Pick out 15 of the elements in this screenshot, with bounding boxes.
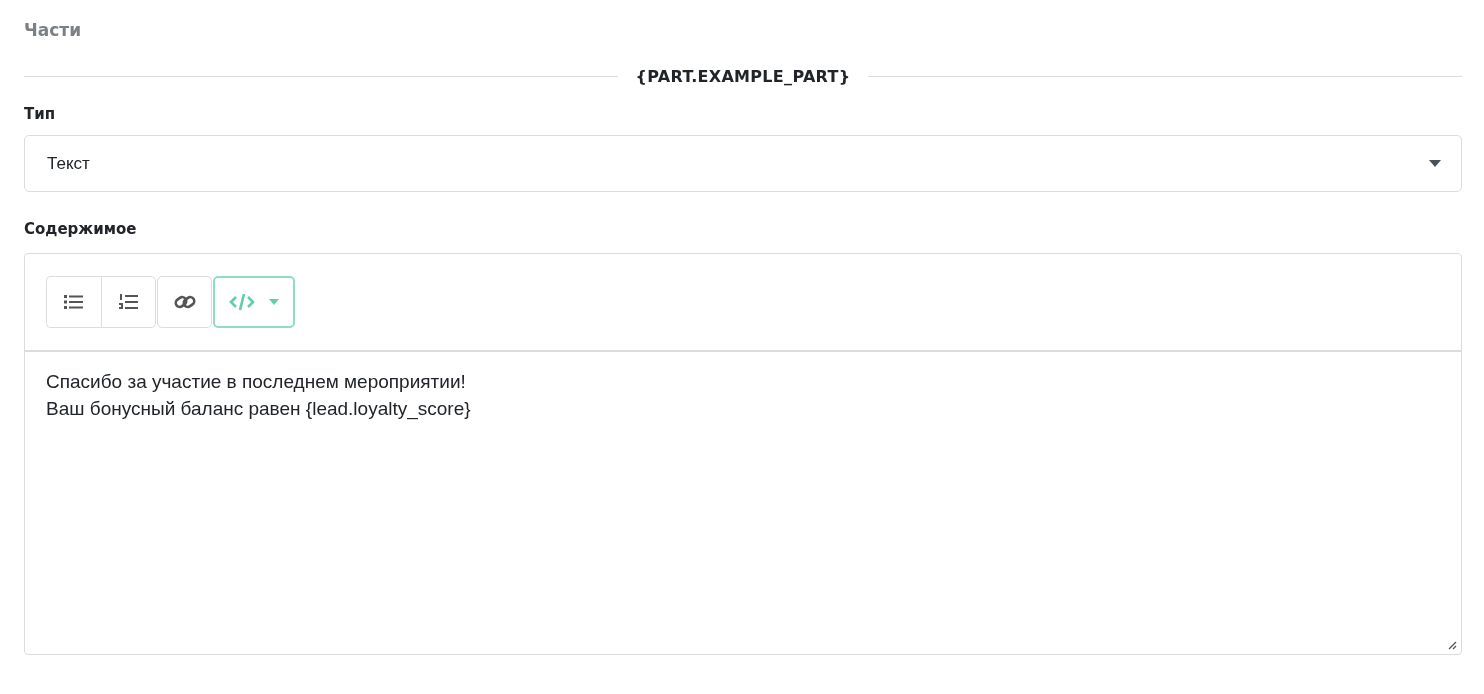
bullet-list-icon	[64, 294, 84, 310]
part-name: {PART.EXAMPLE_PART}	[635, 66, 851, 86]
caret-icon	[269, 299, 279, 305]
section-title: Части	[24, 20, 83, 42]
numbered-list-button[interactable]	[101, 276, 156, 328]
numbered-list-icon	[118, 293, 139, 311]
resize-handle-icon[interactable]	[1448, 641, 1457, 650]
type-select[interactable]: Текст	[24, 135, 1462, 192]
code-icon	[229, 293, 255, 311]
field-label: Содержимое	[24, 220, 138, 240]
message-text[interactable]: Спасибо за участие в последнем мероприятии! Ваш бонусный баланс равен {lead.loyalty_score}	[46, 368, 1440, 422]
field-label: Тип	[24, 105, 57, 125]
bullet-list-button[interactable]	[46, 276, 101, 328]
caret-icon	[1429, 160, 1441, 167]
link-button[interactable]	[157, 276, 212, 328]
